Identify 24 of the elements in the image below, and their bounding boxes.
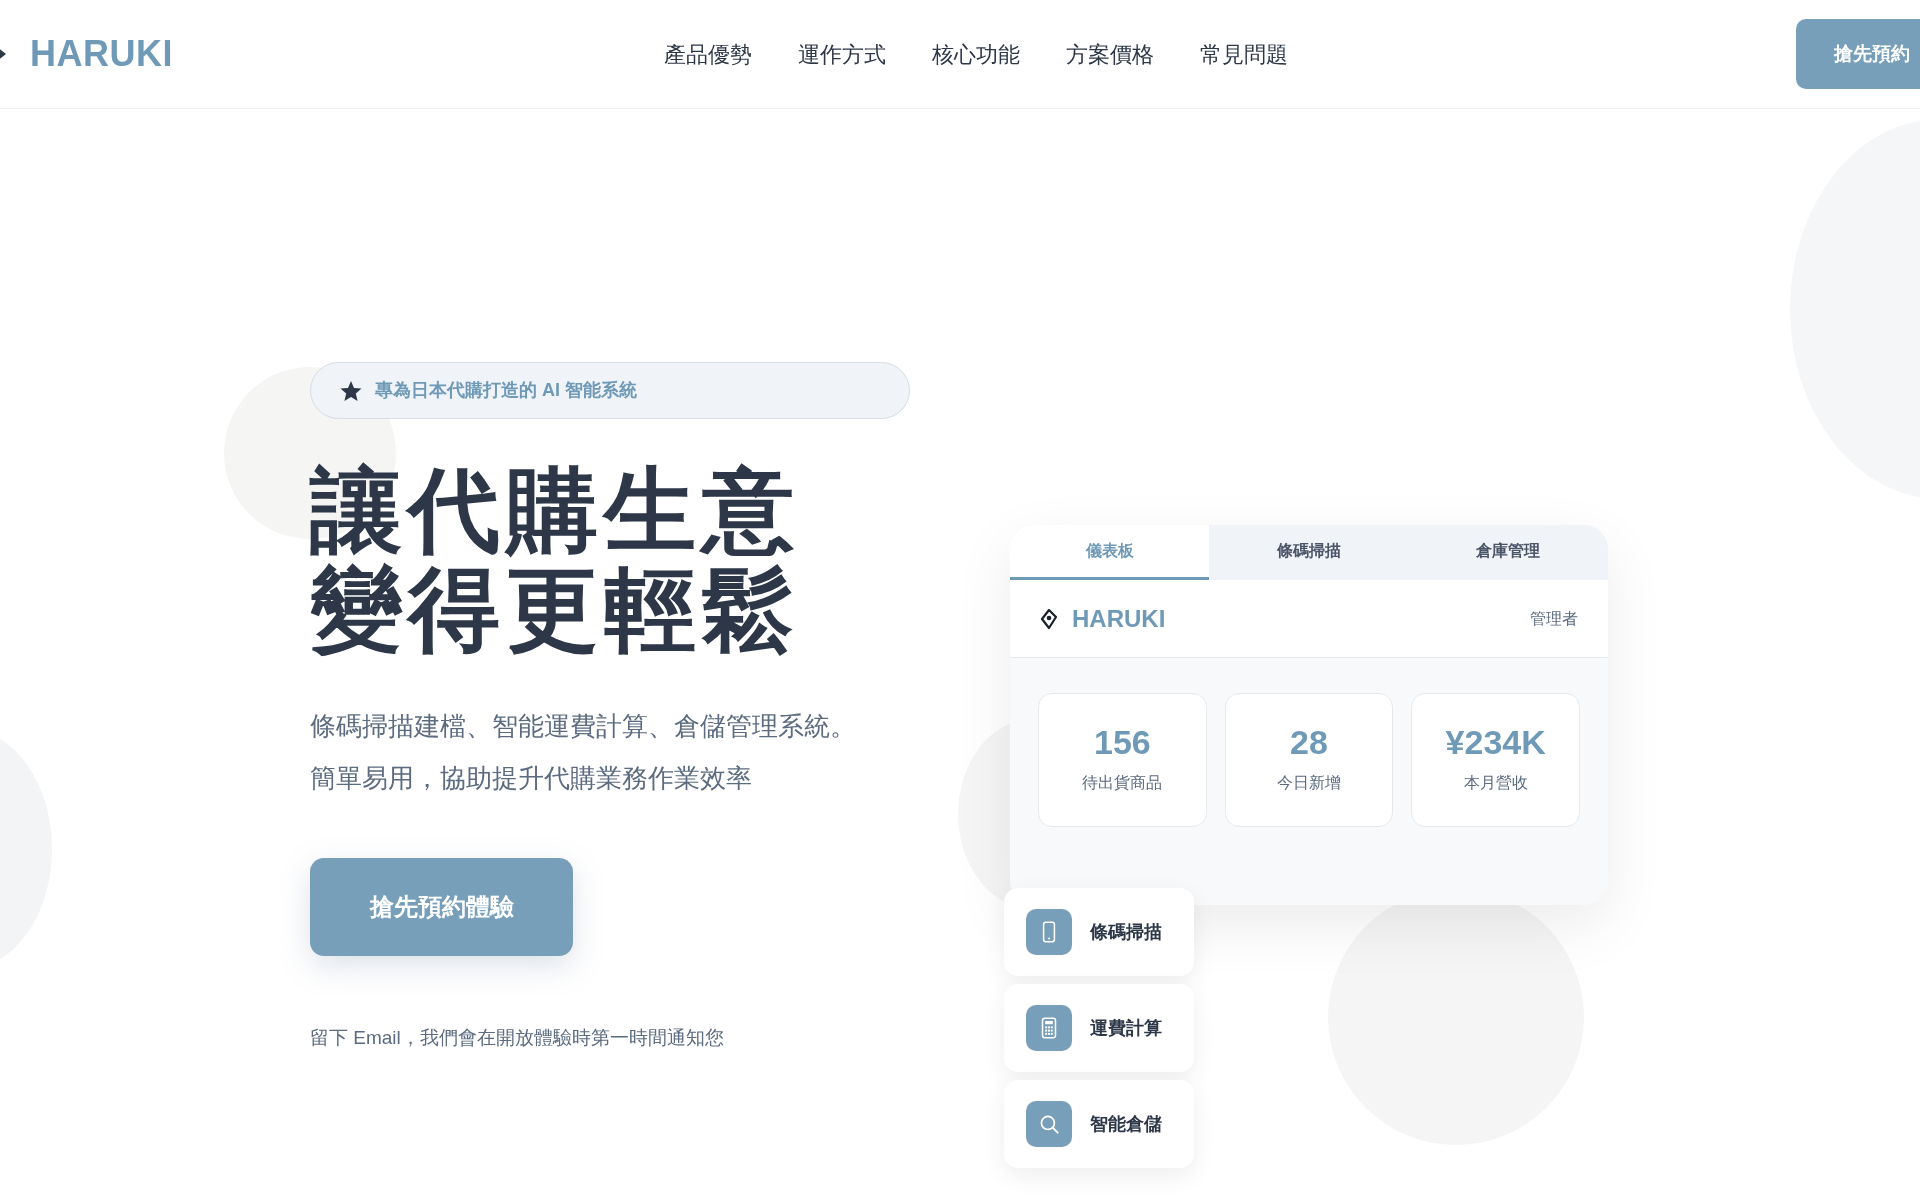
user-role: 管理者: [1530, 608, 1578, 629]
logo-icon: [1040, 607, 1058, 630]
nav-link[interactable]: 運作方式: [798, 37, 886, 71]
dashboard-tab[interactable]: 條碼掃描: [1209, 525, 1409, 580]
stat-value: 28: [1290, 725, 1328, 759]
subtitle-text: 簡單易用，協助提升代購業務作業效率: [310, 761, 753, 795]
feature-label: 運費計算: [1090, 1016, 1162, 1040]
nav-link[interactable]: 核心功能: [932, 37, 1020, 71]
tagline-text: 專為日本代購打造的 AI 智能系統: [375, 379, 637, 402]
feature-label: 條碼掃描: [1090, 920, 1162, 944]
nav-link[interactable]: 方案價格: [1066, 37, 1154, 71]
feature-label: 智能倉儲: [1090, 1112, 1162, 1136]
stat-label: 本月營收: [1463, 773, 1528, 793]
notice-text: 留下 Email，我們會在開放體驗時第一時間通知您: [310, 1025, 725, 1050]
brand-name: HARUKI: [1072, 603, 1166, 634]
stat-value: 156: [1093, 725, 1151, 759]
nav-link[interactable]: 產品優勢: [664, 37, 752, 71]
hero-heading: 讓代購生意 變得更輕鬆: [310, 461, 801, 660]
dashboard-tab[interactable]: 倉庫管理: [1408, 525, 1608, 580]
nav-link[interactable]: 常見問題: [1200, 37, 1288, 71]
stat-value: ¥234K: [1445, 725, 1546, 759]
subtitle-text: 條碼掃描建檔、智能運費計算、倉儲管理系統。: [310, 709, 857, 743]
stat-label: 今日新增: [1277, 773, 1341, 793]
stat-label: 待出貨商品: [1082, 773, 1163, 793]
